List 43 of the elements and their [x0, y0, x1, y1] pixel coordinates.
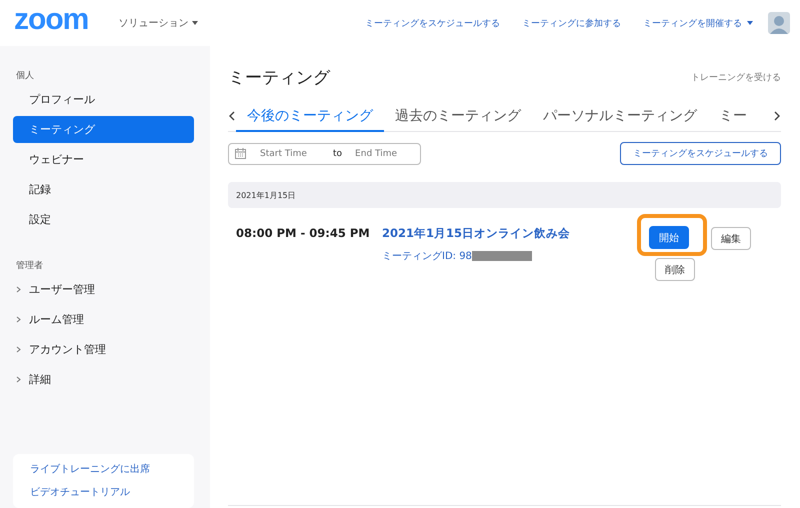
start-time-input[interactable]: Start Time	[260, 148, 320, 158]
sidebar-item[interactable]: 詳細	[13, 366, 194, 393]
tab[interactable]: 今後のミーティング	[236, 102, 384, 132]
tab[interactable]: パーソナルミーティング	[532, 102, 708, 132]
end-time-input[interactable]: End Time	[355, 148, 416, 158]
start-button[interactable]: 開始	[649, 226, 689, 249]
help-link[interactable]: ビデオチュートリアル	[30, 485, 130, 499]
sidebar-item[interactable]: ルーム管理	[13, 306, 194, 333]
caret-icon[interactable]	[747, 21, 753, 25]
chevron-right-icon[interactable]	[15, 376, 22, 383]
training-link[interactable]: トレーニングを受ける	[691, 70, 781, 84]
calendar-icon[interactable]	[235, 148, 246, 159]
help-link[interactable]: ライブトレーニングに出席	[30, 462, 150, 476]
range-separator: to	[333, 148, 342, 158]
sidebar-item[interactable]: ウェビナー	[13, 146, 194, 173]
date-range-field[interactable]: Start Time to End Time	[228, 142, 421, 164]
nav-link[interactable]: ミーティングを開催する	[643, 16, 753, 30]
edit-button[interactable]: 編集	[711, 227, 751, 250]
chevron-right-icon[interactable]	[15, 346, 22, 353]
delete-button[interactable]: 削除	[655, 258, 695, 281]
chevron-right-icon[interactable]	[15, 286, 22, 293]
chevron-left-icon[interactable]	[228, 110, 236, 122]
meeting-time: 08:00 PM - 09:45 PM	[236, 226, 371, 242]
section-heading: 個人	[15, 70, 35, 82]
date-header: 2021年1月15日	[228, 182, 781, 208]
sidebar-item[interactable]: ユーザー管理	[13, 276, 194, 303]
page-title: ミーティング	[228, 66, 330, 88]
sidebar-item[interactable]: プロフィール	[13, 86, 194, 113]
chevron-right-icon[interactable]	[15, 316, 22, 323]
sidebar-item[interactable]: 設定	[13, 206, 194, 233]
meeting-title[interactable]: 2021年1月15日オンライン飲み会	[382, 226, 637, 241]
nav-link[interactable]: ミーティングに参加する	[522, 16, 621, 30]
tab[interactable]: ミー	[708, 102, 751, 132]
chevron-right-icon[interactable]	[773, 110, 781, 122]
sidebar-item[interactable]: 記録	[13, 176, 194, 203]
sidebar-item[interactable]: アカウント管理	[13, 336, 194, 363]
meeting-id: ミーティングID: 98	[382, 250, 472, 263]
solutions-menu[interactable]: ソリューション	[118, 16, 198, 30]
section-heading: 管理者	[15, 260, 44, 272]
tab[interactable]: 過去のミーティング	[384, 102, 532, 132]
nav-link[interactable]: ミーティングをスケジュールする	[365, 16, 500, 30]
sidebar-item[interactable]: ミーティング	[13, 116, 194, 143]
schedule-button[interactable]: ミーティングをスケジュールする	[620, 142, 781, 165]
